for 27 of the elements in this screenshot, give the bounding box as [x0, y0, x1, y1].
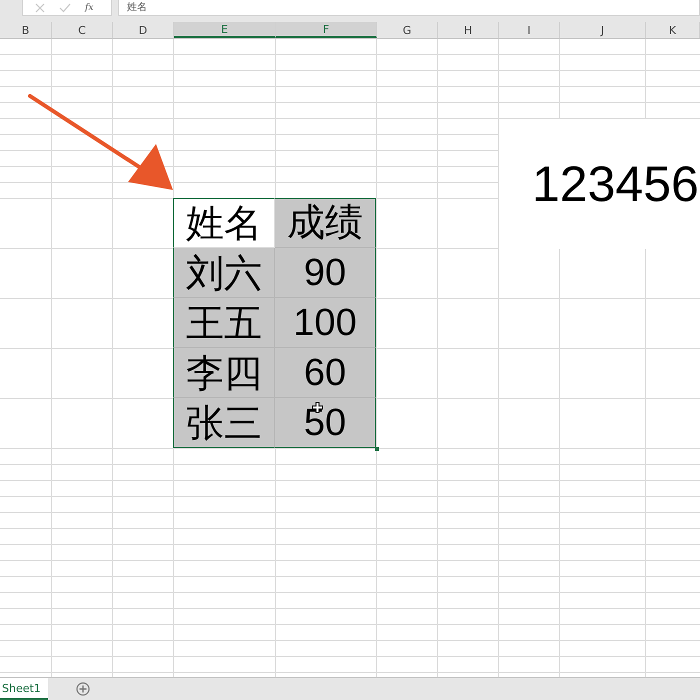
table-cell[interactable]: 100: [275, 298, 376, 348]
column-header[interactable]: F: [276, 22, 377, 38]
column-header[interactable]: H: [438, 22, 499, 38]
formula-input[interactable]: 姓名: [118, 0, 700, 16]
fill-handle[interactable]: [375, 447, 379, 451]
add-sheet-icon[interactable]: [76, 682, 90, 696]
table-cell[interactable]: 90: [275, 248, 376, 298]
column-header[interactable]: G: [377, 22, 438, 38]
column-header[interactable]: K: [646, 22, 700, 38]
text-box[interactable]: 123456: [499, 119, 700, 249]
table-cell[interactable]: 姓名: [173, 198, 275, 248]
table-cell[interactable]: 成绩: [275, 198, 376, 248]
function-button[interactable]: fx: [85, 2, 94, 12]
table-cell[interactable]: 李四: [173, 348, 275, 398]
column-header[interactable]: I: [499, 22, 560, 38]
table-cell[interactable]: 王五: [173, 298, 275, 348]
column-header[interactable]: E: [174, 22, 276, 38]
table-cell[interactable]: 刘六: [173, 248, 275, 298]
table-cell[interactable]: 60: [275, 348, 376, 398]
table-cell[interactable]: 张三: [173, 398, 275, 448]
cancel-icon[interactable]: [35, 2, 45, 12]
check-icon[interactable]: [59, 2, 71, 12]
column-header[interactable]: B: [0, 22, 52, 38]
table-cell[interactable]: 50: [275, 398, 376, 448]
column-header[interactable]: J: [560, 22, 646, 38]
sheet-tab[interactable]: Sheet1: [0, 678, 48, 700]
column-header[interactable]: C: [52, 22, 113, 38]
